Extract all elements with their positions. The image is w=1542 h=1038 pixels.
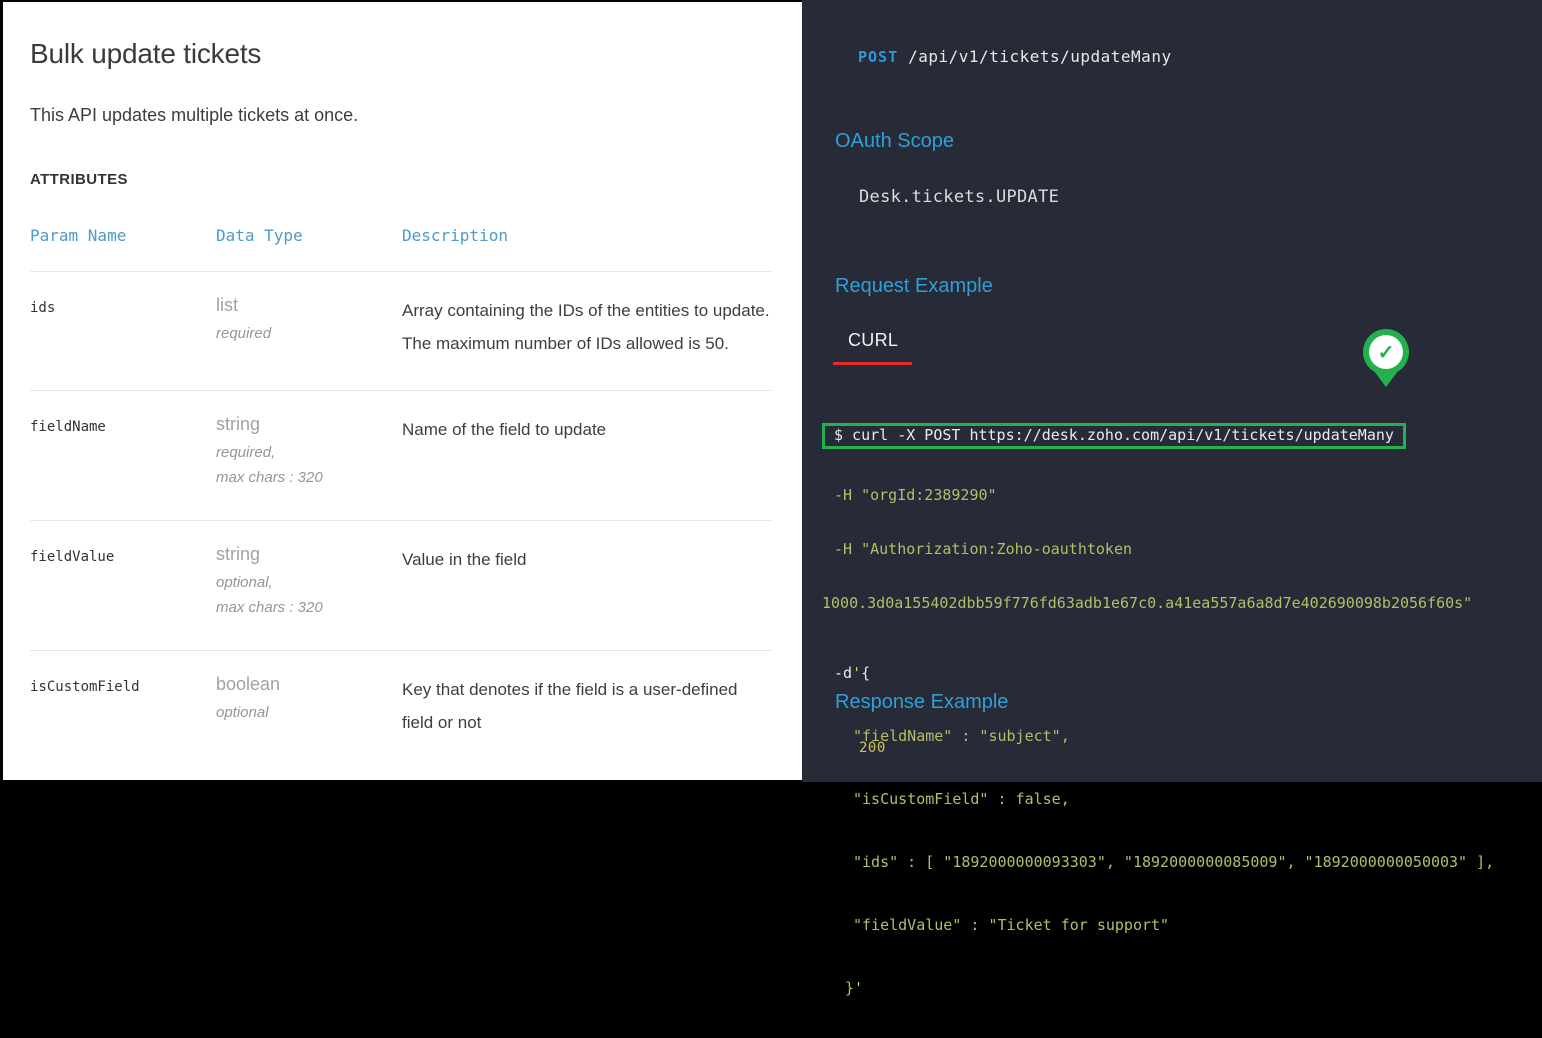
attributes-heading: ATTRIBUTES: [30, 171, 772, 188]
column-header-description: Description: [402, 226, 772, 245]
description-cell: Value in the field: [402, 544, 772, 620]
code-line-fieldvalue: "fieldValue" : "Ticket for support": [853, 912, 1542, 939]
param-name-cell: isCustomField: [30, 674, 216, 739]
type-value: boolean: [216, 674, 402, 695]
column-header-param-name: Param Name: [30, 226, 216, 245]
code-line-fieldname: "fieldName" : "subject",: [853, 723, 1542, 750]
oauth-scope-heading: OAuth Scope: [835, 130, 954, 153]
code-line-closing: }': [845, 975, 1542, 1002]
type-qualifier: required: [216, 321, 402, 346]
code-line-header-orgid: -H "orgId:2389290": [834, 486, 1542, 504]
type-value: string: [216, 414, 402, 435]
data-type-cell: boolean optional: [216, 674, 402, 739]
column-header-data-type: Data Type: [216, 226, 402, 245]
response-status-code: 200: [859, 740, 886, 756]
type-value: list: [216, 295, 402, 316]
oauth-scope-value: Desk.tickets.UPDATE: [859, 187, 1059, 207]
checkmark-marker-icon: ✓: [1363, 329, 1409, 387]
data-type-cell: string required, max chars : 320: [216, 414, 402, 490]
example-panel: POST/api/v1/tickets/updateMany OAuth Sco…: [802, 0, 1542, 782]
description-cell: Array containing the IDs of the entities…: [402, 295, 772, 360]
table-row-fieldvalue: fieldValue string optional, max chars : …: [30, 520, 772, 650]
table-row-fieldname: fieldName string required, max chars : 3…: [30, 390, 772, 520]
description-cell: Key that denotes if the field is a user-…: [402, 674, 772, 739]
param-name-cell: fieldName: [30, 414, 216, 490]
request-example-heading: Request Example: [835, 275, 993, 298]
tab-curl[interactable]: CURL: [848, 330, 898, 351]
page-description: This API updates multiple tickets at onc…: [30, 105, 772, 126]
http-method-badge: POST: [858, 48, 898, 66]
data-type-cell: string optional, max chars : 320: [216, 544, 402, 620]
code-line-iscustomfield: "isCustomField" : false,: [853, 786, 1542, 813]
table-row-iscustomfield: isCustomField boolean optional Key that …: [30, 650, 772, 769]
type-qualifier: optional, max chars : 320: [216, 570, 402, 620]
code-line-curl: $ curl -X POST https://desk.zoho.com/api…: [822, 423, 1542, 450]
endpoint-path: /api/v1/tickets/updateMany: [908, 47, 1171, 66]
doc-panel: Bulk update tickets This API updates mul…: [3, 2, 802, 780]
response-example-heading: Response Example: [835, 691, 1008, 714]
code-line-token: 1000.3d0a155402dbb59f776fd63adb1e67c0.a4…: [822, 594, 1542, 612]
code-line-header-auth: -H "Authorization:Zoho-oauthtoken: [834, 540, 1542, 558]
type-qualifier: optional: [216, 700, 402, 725]
check-icon: ✓: [1369, 335, 1403, 369]
annotation-highlight-box: $ curl -X POST https://desk.zoho.com/api…: [822, 423, 1406, 449]
attributes-table-header: Param Name Data Type Description: [30, 226, 772, 271]
attributes-table: Param Name Data Type Description ids lis…: [30, 226, 772, 769]
description-cell: Name of the field to update: [402, 414, 772, 490]
api-doc-page: Bulk update tickets This API updates mul…: [0, 0, 1542, 782]
data-type-cell: list required: [216, 295, 402, 360]
endpoint: POST/api/v1/tickets/updateMany: [858, 47, 1172, 66]
code-line-ids: "ids" : [ "1892000000093303", "189200000…: [853, 849, 1542, 876]
type-value: string: [216, 544, 402, 565]
type-qualifier: required, max chars : 320: [216, 440, 402, 490]
code-line-data-flag: -d'{: [834, 660, 1542, 687]
page-title: Bulk update tickets: [30, 38, 772, 70]
param-name-cell: ids: [30, 295, 216, 360]
tab-active-underline: [833, 362, 912, 365]
table-row-ids: ids list required Array containing the I…: [30, 271, 772, 390]
param-name-cell: fieldValue: [30, 544, 216, 620]
